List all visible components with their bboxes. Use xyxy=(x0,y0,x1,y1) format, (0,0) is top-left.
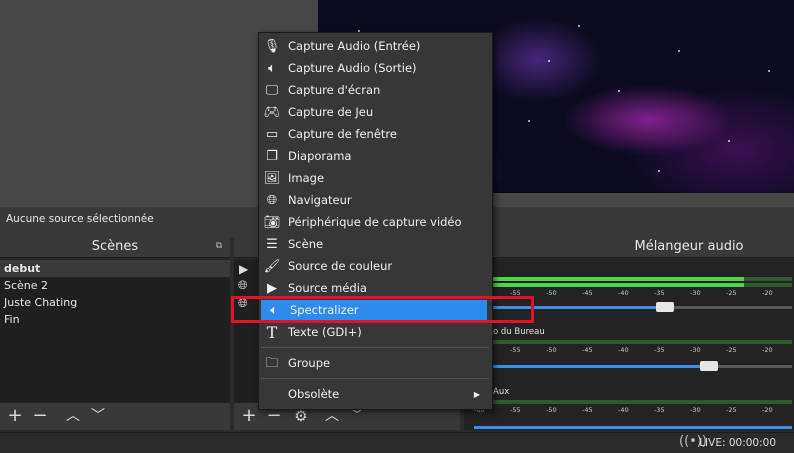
brush-icon: 🖌︎ xyxy=(263,259,281,274)
db-tick-label: -35 xyxy=(654,289,665,297)
move-down-button[interactable]: ﹀ xyxy=(88,406,108,426)
db-tick-label: -40 xyxy=(618,406,629,414)
db-tick-label: -30 xyxy=(690,406,701,414)
scene-item[interactable]: debut xyxy=(0,260,230,277)
db-tick-label: -40 xyxy=(618,346,629,354)
volume-meter xyxy=(474,400,792,404)
db-scale: -60-55-50-45-40-35-30-25-20 xyxy=(474,346,792,356)
callout-highlight xyxy=(231,296,534,323)
db-tick-label: -45 xyxy=(582,289,593,297)
menu-item-color-source[interactable]: 🖌︎ Source de couleur xyxy=(259,256,492,277)
window-icon: ▭ xyxy=(265,127,279,142)
volume-meter xyxy=(474,340,792,344)
volume-meter xyxy=(474,283,792,287)
globe-icon[interactable]: 🌐︎ xyxy=(238,278,248,293)
move-up-button[interactable]: ︿ xyxy=(63,406,83,426)
db-tick-label: -25 xyxy=(726,289,737,297)
undock-icon[interactable]: ⧉ xyxy=(216,241,222,251)
db-tick-label: -50 xyxy=(546,289,557,297)
menu-item-scene[interactable]: ☰ Scène xyxy=(259,234,492,255)
menu-item-audio-output[interactable]: 🔈︎ Capture Audio (Sortie) xyxy=(259,58,492,79)
media-source-icon[interactable]: ▶ xyxy=(239,262,248,276)
mixer-title: Mélangeur audio xyxy=(464,237,794,258)
submenu-arrow-icon: ▶ xyxy=(473,390,480,399)
db-tick-label: -55 xyxy=(510,346,521,354)
db-tick-label: -50 xyxy=(546,406,557,414)
add-source-button[interactable]: + xyxy=(239,406,259,426)
volume-slider[interactable] xyxy=(474,361,792,371)
menu-item-game-capture[interactable]: 🎮︎ Capture de Jeu xyxy=(259,102,492,123)
monitor-icon: 🖵︎ xyxy=(265,83,279,98)
gamepad-icon: 🎮︎ xyxy=(263,105,281,120)
menu-item-slideshow[interactable]: ❐ Diaporama xyxy=(259,146,492,167)
add-source-menu: 🎙︎ Capture Audio (Entrée) 🔈︎ Capture Aud… xyxy=(258,32,493,410)
db-tick-label: -45 xyxy=(582,346,593,354)
list-icon: ☰ xyxy=(266,237,278,252)
menu-separator xyxy=(261,378,489,379)
menu-item-image[interactable]: 🖼︎ Image xyxy=(259,168,492,189)
db-tick-label: -50 xyxy=(546,346,557,354)
add-scene-button[interactable]: + xyxy=(5,406,25,426)
volume-slider[interactable] xyxy=(474,426,792,429)
db-tick-label: -40 xyxy=(618,289,629,297)
menu-separator xyxy=(261,347,489,348)
scenes-list: debut Scène 2 Juste Chating Fin xyxy=(0,260,230,403)
scene-item[interactable]: Fin xyxy=(0,311,230,328)
menu-item-audio-input[interactable]: 🎙︎ Capture Audio (Entrée) xyxy=(259,36,492,57)
db-tick-label: -35 xyxy=(654,346,665,354)
db-tick-label: -30 xyxy=(690,346,701,354)
db-tick-label: -55 xyxy=(510,406,521,414)
db-tick-label: -20 xyxy=(762,346,773,354)
status-bar xyxy=(0,432,794,453)
play-icon: ▶ xyxy=(267,281,277,296)
db-tick-label: -45 xyxy=(582,406,593,414)
scenes-toolbar: + − ︿ ﹀ xyxy=(0,403,230,430)
scene-item[interactable]: Scène 2 xyxy=(0,277,230,294)
menu-item-deprecated[interactable]: Obsolète ▶ xyxy=(259,384,492,405)
channel-label: o du Bureau xyxy=(493,327,545,337)
menu-item-group[interactable]: 🗀︎ Groupe xyxy=(259,353,492,374)
scene-item[interactable]: Juste Chating xyxy=(0,294,230,311)
slideshow-icon: ❐ xyxy=(266,149,278,164)
db-tick-label: -35 xyxy=(654,406,665,414)
speaker-icon: 🔈︎ xyxy=(268,61,276,76)
db-tick-label: -30 xyxy=(690,289,701,297)
image-icon: 🖼︎ xyxy=(263,171,281,186)
db-scale: -60-55-50-45-40-35-30-25-20 xyxy=(474,406,792,416)
no-source-label: Aucune source sélectionnée xyxy=(6,213,154,225)
volume-meter xyxy=(474,277,792,281)
folder-icon: 🗀︎ xyxy=(265,356,279,371)
scenes-title: Scènes xyxy=(0,237,230,258)
db-tick-label: -25 xyxy=(726,406,737,414)
menu-item-text[interactable]: T Texte (GDI+) xyxy=(259,322,492,343)
microphone-icon: 🎙︎ xyxy=(263,39,281,54)
camera-icon: 📷︎ xyxy=(263,215,281,230)
channel-label: Aux xyxy=(493,387,510,397)
sources-list: ▶ 🌐︎ 🌐︎ xyxy=(234,260,260,403)
live-timer: LIVE: 00:00:00 xyxy=(699,437,776,449)
db-tick-label: -25 xyxy=(726,346,737,354)
menu-item-window-capture[interactable]: ▭ Capture de fenêtre xyxy=(259,124,492,145)
menu-item-browser[interactable]: 🌐︎ Navigateur xyxy=(259,190,492,211)
remove-scene-button[interactable]: − xyxy=(30,406,50,426)
menu-item-video-capture[interactable]: 📷︎ Périphérique de capture vidéo xyxy=(259,212,492,233)
db-tick-label: -20 xyxy=(762,289,773,297)
db-tick-label: -20 xyxy=(762,406,773,414)
menu-item-screen-capture[interactable]: 🖵︎ Capture d'écran xyxy=(259,80,492,101)
text-icon: T xyxy=(266,323,278,342)
globe-icon: 🌐︎ xyxy=(266,193,278,208)
